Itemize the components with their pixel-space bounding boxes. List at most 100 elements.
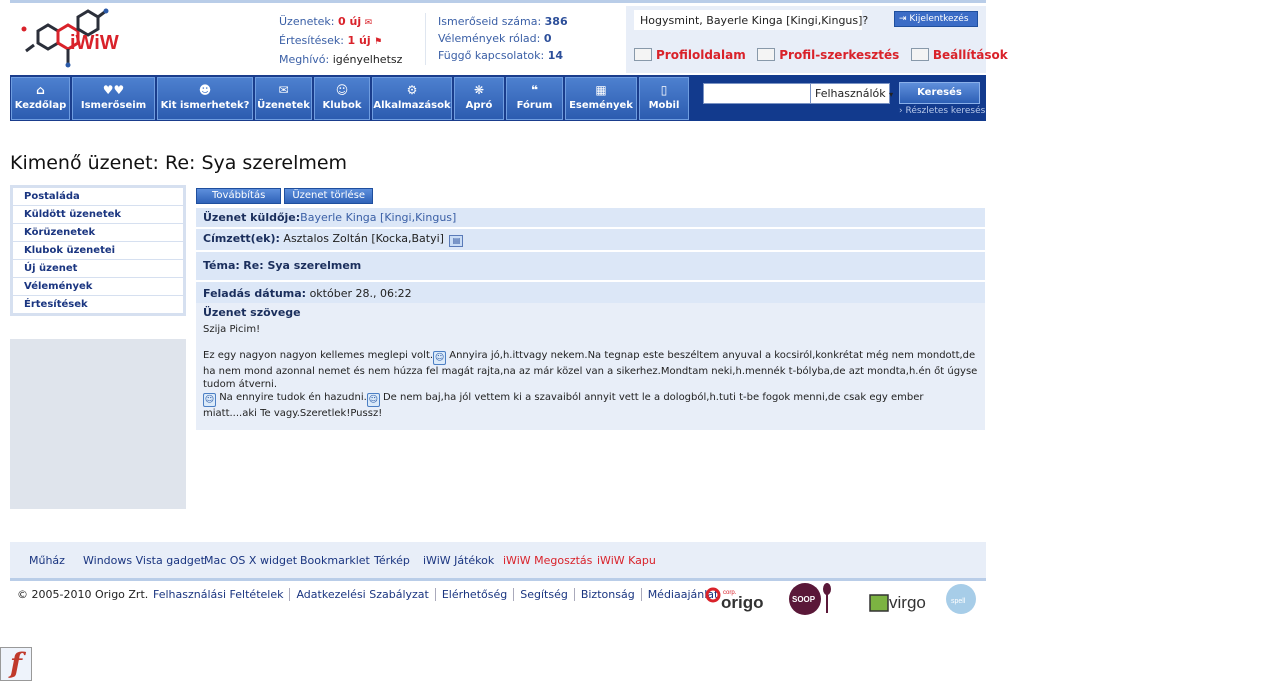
partner-logos: corp. origo SOOP virgo spell	[705, 583, 976, 615]
envelope-icon: ✉	[278, 83, 289, 97]
subject-value: Re: Sya szerelmem	[243, 259, 362, 272]
nav-apps[interactable]: ⚙ Alkalmazások	[372, 77, 452, 120]
legal-links: Felhasználási Feltételek Adatkezelési Sza…	[153, 588, 725, 601]
recipient-value: Asztalos Zoltán [Kocka,Batyi]	[283, 232, 444, 245]
nav-classifieds-label: Apró	[465, 100, 493, 111]
smiley-icon: ☺	[366, 393, 380, 407]
footer-link-bookmarklet[interactable]: Bookmarklet	[300, 554, 370, 567]
sender-link[interactable]: Bayerle Kinga [Kingi,Kingus]	[300, 211, 456, 224]
messages-count[interactable]: 0 új	[338, 15, 361, 28]
header: iWiW Üzenetek: 0 új ✉ Értesítések: 1 új …	[10, 3, 1008, 73]
nav-who-do-i-know[interactable]: ☻ Kit ismerhetek?	[157, 77, 253, 120]
flash-player-icon[interactable]: f	[0, 647, 32, 681]
body-label: Üzenet szövege	[203, 306, 301, 319]
subject-row: Téma: Re: Sya szerelmem	[196, 252, 985, 280]
body-p1: Ez egy nagyon nagyon kellemes meglepi vo…	[203, 350, 434, 361]
settings-icon	[910, 48, 929, 61]
arrow-right-icon: ›	[899, 106, 903, 116]
body-p3: Na ennyire tudok én hazudni.	[219, 392, 367, 403]
invite-value[interactable]: igényelhetsz	[333, 53, 403, 66]
copyright: © 2005-2010 Origo Zrt.	[17, 588, 149, 601]
gears-icon: ⚙	[406, 83, 418, 97]
advanced-search-link[interactable]: › Részletes keresés	[899, 106, 985, 116]
date-value: október 28., 06:22	[309, 287, 412, 300]
body-text: Szija Picim! Ez egy nagyon nagyon kellem…	[203, 323, 978, 420]
footer-link-games[interactable]: iWiW Játékok	[423, 554, 494, 567]
nav-mobile[interactable]: ▯ Mobil	[639, 77, 689, 120]
contact-link[interactable]: Elérhetőség	[434, 588, 514, 601]
sender-label: Üzenet küldője:	[203, 211, 301, 224]
soop-logo[interactable]: SOOP	[789, 583, 831, 615]
search-type-select[interactable]: Felhasználók ▾	[810, 83, 894, 104]
menu-new-message[interactable]: Új üzenet	[13, 260, 183, 277]
footer-link-muhaz[interactable]: Műház	[29, 554, 65, 567]
nav-forum-label: Fórum	[516, 100, 553, 111]
notifications-label: Értesítések:	[279, 34, 344, 47]
search-input[interactable]	[703, 83, 811, 104]
menu-broadcasts[interactable]: Körüzenetek	[13, 224, 183, 241]
footer-link-gate[interactable]: iWiW Kapu	[597, 554, 656, 567]
subject-label: Téma:	[203, 259, 240, 272]
logout-button[interactable]: ⇥ Kijelentkezés	[894, 11, 978, 27]
menu-sent[interactable]: Küldött üzenetek	[13, 206, 183, 223]
user-box: Hogysmint, Bayerle Kinga [Kingi,Kingus]?…	[626, 6, 1008, 73]
iwiw-logo[interactable]: iWiW	[14, 5, 126, 71]
menu-notifications[interactable]: Értesítések	[13, 296, 183, 313]
svg-text:virgo: virgo	[889, 593, 926, 612]
nav-friends[interactable]: ♥♥ Ismerőseim	[72, 77, 155, 120]
nav-clubs[interactable]: ☺ Klubok	[314, 77, 370, 120]
my-profile-link[interactable]: Profiloldalam	[656, 48, 746, 62]
nav-events[interactable]: ▦ Események	[565, 77, 637, 120]
body-greeting: Szija Picim!	[203, 324, 261, 335]
friends-count[interactable]: 386	[545, 15, 568, 28]
nav-events-label: Események	[569, 100, 633, 111]
menu-opinions[interactable]: Vélemények	[13, 278, 183, 295]
virgo-logo[interactable]: virgo	[869, 593, 926, 612]
dropdown-arrow-icon: ▾	[889, 90, 894, 99]
notifications-count[interactable]: 1 új	[348, 34, 371, 47]
profile-edit-link[interactable]: Profil-szerkesztés	[779, 48, 899, 62]
logout-icon: ⇥	[899, 14, 907, 24]
forward-button[interactable]: Továbbítás	[196, 188, 282, 204]
footer-link-vista-gadget[interactable]: Windows Vista gadget	[83, 554, 205, 567]
nav-forum[interactable]: ❝ Fórum	[506, 77, 563, 120]
user-greeting: Hogysmint, Bayerle Kinga [Kingi,Kingus]?	[634, 10, 868, 30]
security-link[interactable]: Biztonság	[573, 588, 641, 601]
nav-who-label: Kit ismerhetek?	[160, 100, 250, 111]
contact-card-icon[interactable]: ▤	[449, 235, 464, 247]
profile-edit-icon	[757, 48, 776, 61]
search-area: Felhasználók ▾ Keresés › Részletes keres…	[689, 75, 986, 121]
mobile-icon: ▯	[660, 83, 668, 97]
date-row: Feladás dátuma: október 28., 06:22	[196, 282, 985, 303]
nav-home[interactable]: ⌂ Kezdőlap	[11, 77, 70, 120]
help-link[interactable]: Segítség	[513, 588, 574, 601]
pending-count[interactable]: 14	[548, 49, 563, 62]
invite-label: Meghívó:	[279, 53, 330, 66]
nav-messages[interactable]: ✉ Üzenetek	[255, 77, 312, 120]
origo-logo[interactable]: corp. origo	[705, 587, 764, 612]
privacy-link[interactable]: Adatkezelési Szabályzat	[289, 588, 435, 601]
search-button[interactable]: Keresés	[899, 82, 980, 104]
speech-bubble-icon: ❝	[530, 83, 539, 97]
tag-icon: ❋	[473, 83, 485, 97]
menu-inbox[interactable]: Postaláda	[13, 188, 183, 205]
svg-text:origo: origo	[721, 593, 764, 612]
logout-label: Kijelentkezés	[909, 14, 969, 24]
nav-classifieds[interactable]: ❋ Apró	[454, 77, 504, 120]
nav-friends-label: Ismerőseim	[80, 100, 147, 111]
spell-logo[interactable]: spell	[946, 584, 976, 614]
menu-club-messages[interactable]: Klubok üzenetei	[13, 242, 183, 259]
delete-message-button[interactable]: Üzenet törlése	[284, 188, 374, 204]
settings-link[interactable]: Beállítások	[933, 48, 1008, 62]
group-icon: ☺	[335, 83, 349, 97]
recipient-label: Címzett(ek):	[203, 232, 280, 245]
opinions-count[interactable]: 0	[544, 32, 552, 45]
nav-clubs-label: Klubok	[322, 100, 362, 111]
nav-home-label: Kezdőlap	[14, 100, 67, 111]
terms-link[interactable]: Felhasználási Feltételek	[153, 588, 289, 601]
footer-link-share[interactable]: iWiW Megosztás	[503, 554, 592, 567]
footer-accent-line	[10, 578, 986, 581]
footer-link-map[interactable]: Térkép	[374, 554, 410, 567]
footer-link-mac-widget[interactable]: Mac OS X widget	[204, 554, 297, 567]
svg-text:iWiW: iWiW	[70, 32, 119, 54]
